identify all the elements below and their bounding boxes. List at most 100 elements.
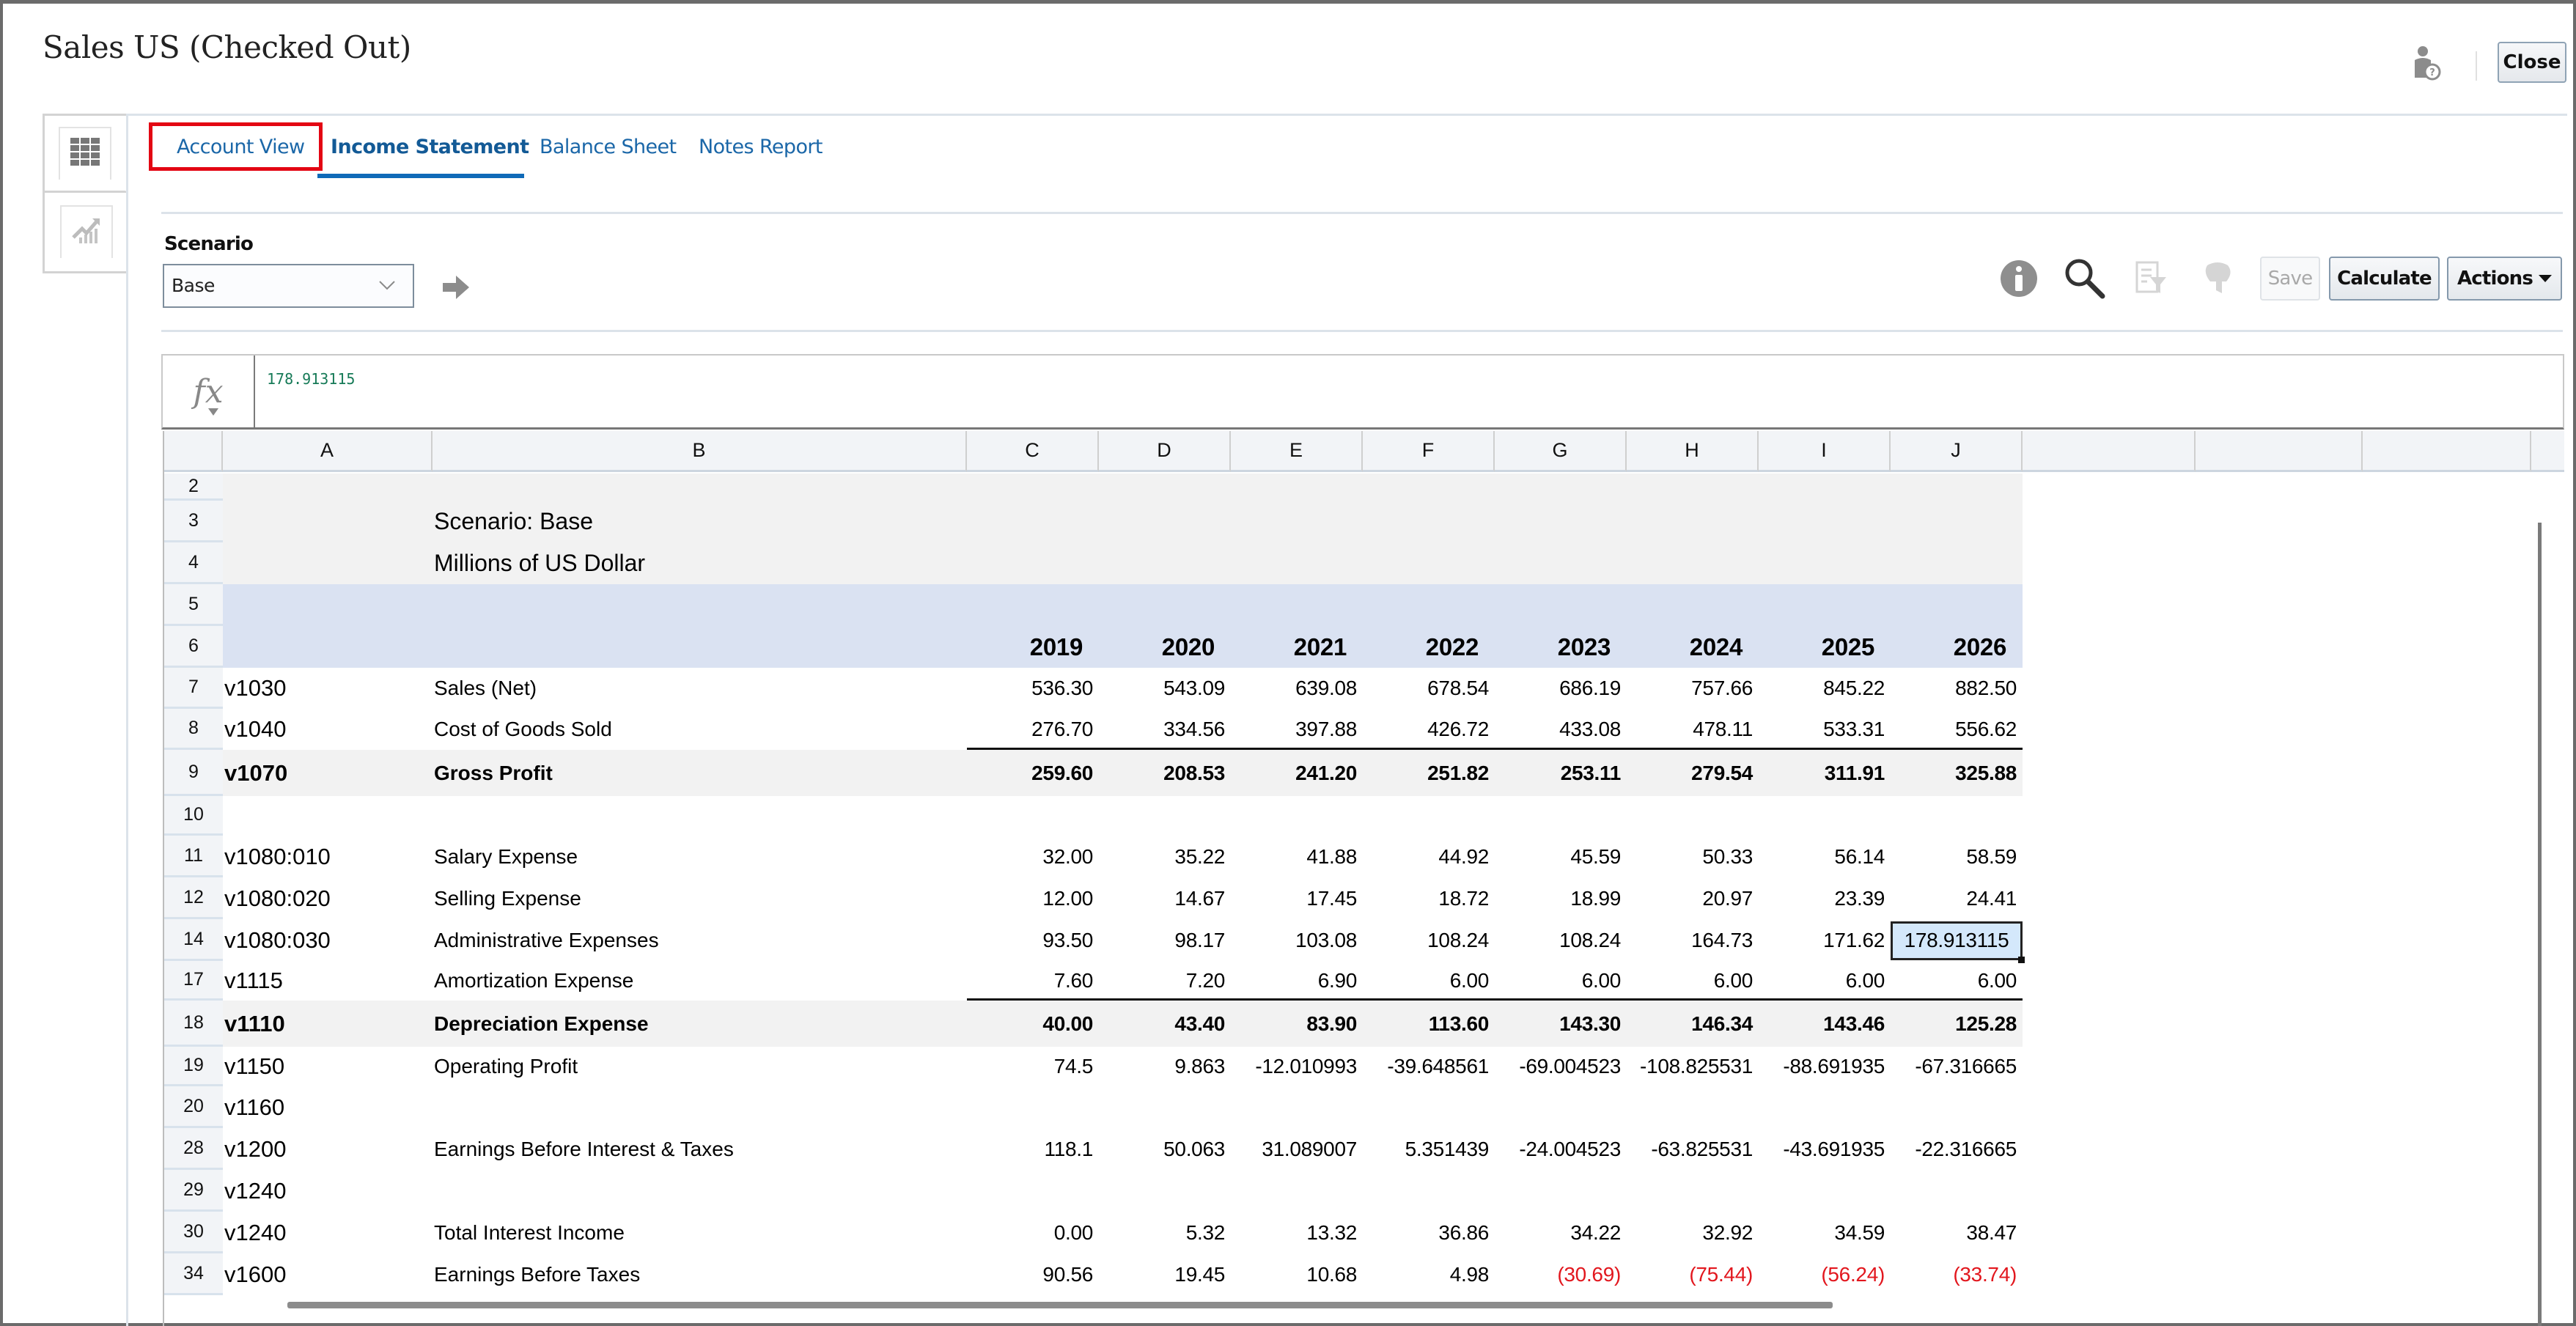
value-cell[interactable]: 83.90 (1231, 1001, 1363, 1047)
value-cell[interactable]: 276.70 (967, 709, 1099, 750)
row-header[interactable]: 5 (164, 584, 223, 626)
account-code-cell[interactable]: v1030 (224, 668, 286, 709)
value-cell[interactable]: 6.90 (1231, 961, 1363, 1001)
value-cell[interactable]: 18.99 (1495, 877, 1627, 919)
value-cell[interactable]: 56.14 (1759, 836, 1891, 877)
row-header[interactable]: 28 (164, 1128, 223, 1170)
value-cell[interactable]: 208.53 (1099, 750, 1231, 796)
value-cell[interactable] (1891, 1086, 2023, 1128)
value-cell[interactable]: 58.59 (1891, 836, 2023, 877)
value-cell[interactable]: 7.20 (1099, 961, 1231, 1001)
value-cell[interactable]: 164.73 (1627, 919, 1759, 961)
value-cell[interactable]: -63.825531 (1627, 1128, 1759, 1170)
account-label-cell[interactable]: Administrative Expenses (434, 919, 659, 961)
tab-notes-report[interactable]: Notes Report (699, 136, 823, 158)
account-code-cell[interactable]: v1080:010 (224, 836, 331, 877)
value-cell[interactable]: 543.09 (1099, 668, 1231, 709)
account-label-cell[interactable]: Depreciation Expense (434, 1001, 649, 1047)
value-cell[interactable]: 19.45 (1099, 1253, 1231, 1295)
value-cell[interactable] (1759, 796, 1891, 836)
value-cell[interactable]: 118.1 (967, 1128, 1099, 1170)
value-cell[interactable] (1231, 796, 1363, 836)
value-cell[interactable]: 259.60 (967, 750, 1099, 796)
value-cell[interactable] (1495, 1086, 1627, 1128)
calculate-button[interactable]: Calculate (2329, 257, 2440, 301)
value-cell[interactable]: 4.98 (1363, 1253, 1495, 1295)
row-header[interactable]: 29 (164, 1170, 223, 1212)
column-header-i[interactable]: I (1759, 431, 1891, 472)
value-cell[interactable]: 478.11 (1627, 709, 1759, 750)
value-cell[interactable] (1759, 1086, 1891, 1128)
value-cell[interactable]: 311.91 (1759, 750, 1891, 796)
value-cell[interactable]: 178.913115 (1891, 919, 2023, 961)
account-code-cell[interactable]: v1150 (224, 1047, 284, 1086)
value-cell[interactable]: 171.62 (1759, 919, 1891, 961)
value-cell[interactable]: -67.316665 (1891, 1047, 2023, 1086)
value-cell[interactable] (1627, 1170, 1759, 1212)
value-cell[interactable]: -43.691935 (1759, 1128, 1891, 1170)
account-label-cell[interactable]: Amortization Expense (434, 961, 633, 1001)
account-code-cell[interactable]: v1240 (224, 1212, 286, 1253)
value-cell[interactable]: 113.60 (1363, 1001, 1495, 1047)
account-code-cell[interactable]: v1600 (224, 1253, 286, 1295)
value-cell[interactable]: 397.88 (1231, 709, 1363, 750)
value-cell[interactable]: 143.30 (1495, 1001, 1627, 1047)
value-cell[interactable]: 18.72 (1363, 877, 1495, 919)
value-cell[interactable]: 6.00 (1759, 961, 1891, 1001)
row-header[interactable]: 19 (164, 1047, 223, 1086)
account-label-cell[interactable]: Salary Expense (434, 836, 578, 877)
row-header[interactable]: 18 (164, 1001, 223, 1047)
value-cell[interactable]: 241.20 (1231, 750, 1363, 796)
value-cell[interactable]: 845.22 (1759, 668, 1891, 709)
value-cell[interactable] (1627, 796, 1759, 836)
row-header[interactable]: 3 (164, 501, 223, 542)
value-cell[interactable]: 50.33 (1627, 836, 1759, 877)
chart-view-tab[interactable] (45, 193, 128, 270)
spreadsheet-grid[interactable]: A B C D E F G H I J 2 3 Scenario: Base 4 Millions of U… (163, 431, 2564, 1326)
value-cell[interactable]: 35.22 (1099, 836, 1231, 877)
value-cell[interactable]: 6.00 (1891, 961, 2023, 1001)
value-cell[interactable]: (75.44) (1627, 1253, 1759, 1295)
row-header[interactable]: 4 (164, 542, 223, 584)
value-cell[interactable]: 93.50 (967, 919, 1099, 961)
row-header[interactable]: 9 (164, 750, 223, 796)
value-cell[interactable] (1363, 1170, 1495, 1212)
value-cell[interactable]: 639.08 (1231, 668, 1363, 709)
value-cell[interactable] (1627, 1086, 1759, 1128)
column-header-blank[interactable] (2196, 431, 2363, 472)
value-cell[interactable]: 536.30 (967, 668, 1099, 709)
value-cell[interactable]: -22.316665 (1891, 1128, 2023, 1170)
formula-input[interactable]: 178.913115 (267, 370, 355, 388)
value-cell[interactable]: 74.5 (967, 1047, 1099, 1086)
row-header[interactable]: 11 (164, 836, 223, 877)
account-label-cell[interactable]: Total Interest Income (434, 1212, 625, 1253)
value-cell[interactable] (1495, 1170, 1627, 1212)
column-header-b[interactable]: B (433, 431, 967, 472)
column-header-j[interactable]: J (1891, 431, 2023, 472)
scenario-select[interactable]: Base (163, 264, 414, 308)
column-header-g[interactable]: G (1495, 431, 1627, 472)
value-cell[interactable]: -69.004523 (1495, 1047, 1627, 1086)
close-button[interactable]: Close (2498, 42, 2566, 83)
column-header-h[interactable]: H (1627, 431, 1759, 472)
value-cell[interactable]: 103.08 (1231, 919, 1363, 961)
value-cell[interactable]: 678.54 (1363, 668, 1495, 709)
value-cell[interactable]: 426.72 (1363, 709, 1495, 750)
account-code-cell[interactable]: v1240 (224, 1170, 286, 1212)
value-cell[interactable]: 10.68 (1231, 1253, 1363, 1295)
value-cell[interactable]: 45.59 (1495, 836, 1627, 877)
value-cell[interactable]: 32.92 (1627, 1212, 1759, 1253)
value-cell[interactable]: 32.00 (967, 836, 1099, 877)
value-cell[interactable] (1891, 1170, 2023, 1212)
row-header[interactable]: 30 (164, 1212, 223, 1253)
account-label-cell[interactable]: Cost of Goods Sold (434, 709, 612, 750)
value-cell[interactable]: 34.22 (1495, 1212, 1627, 1253)
value-cell[interactable]: 14.67 (1099, 877, 1231, 919)
value-cell[interactable]: 686.19 (1495, 668, 1627, 709)
value-cell[interactable] (1099, 796, 1231, 836)
arrow-right-icon[interactable] (441, 273, 471, 302)
account-label-cell[interactable]: Earnings Before Taxes (434, 1253, 640, 1295)
value-cell[interactable]: 31.089007 (1231, 1128, 1363, 1170)
row-header[interactable]: 12 (164, 877, 223, 919)
value-cell[interactable]: 98.17 (1099, 919, 1231, 961)
